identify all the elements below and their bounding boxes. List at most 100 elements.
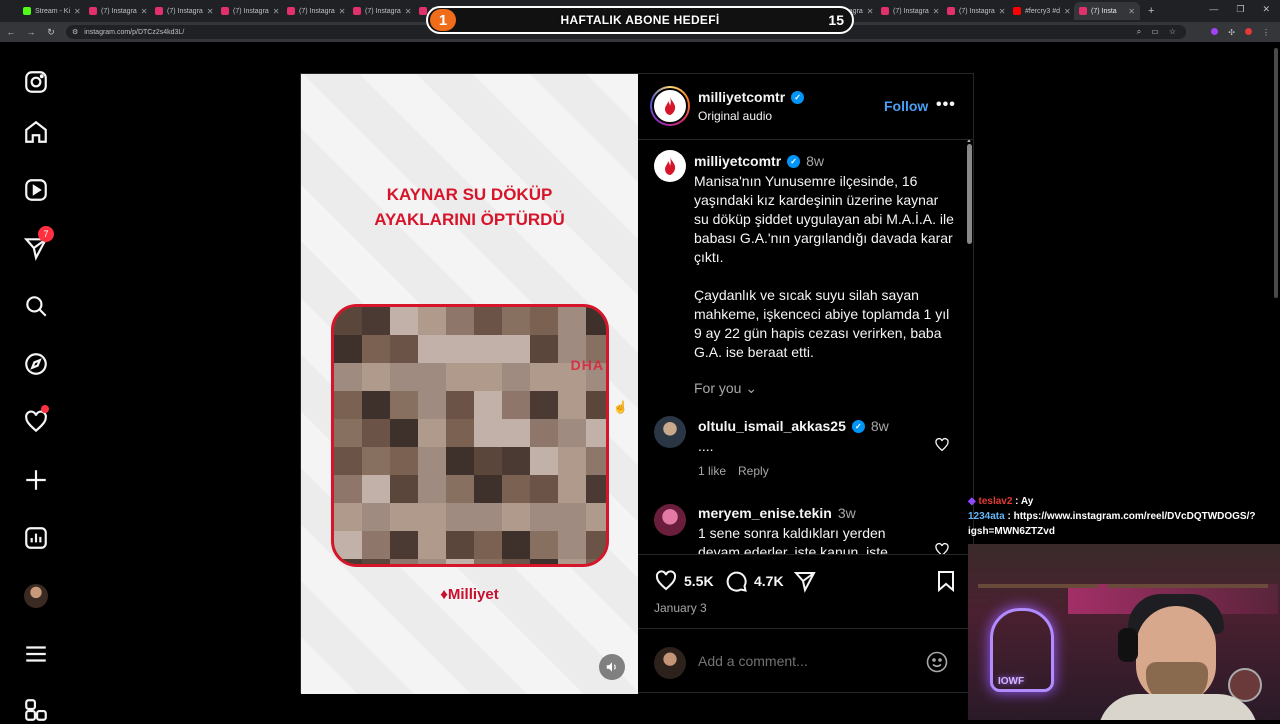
username-text[interactable]: milliyetcomtr	[698, 89, 785, 105]
dashboard-icon[interactable]	[22, 524, 50, 552]
comment-timestamp: 3w	[837, 505, 856, 521]
reels-icon[interactable]	[22, 176, 50, 204]
explore-icon[interactable]	[22, 350, 50, 378]
like-count[interactable]: 5.5K	[684, 573, 714, 589]
censor-pixel	[502, 335, 530, 363]
reload-icon[interactable]: ↻	[46, 27, 56, 38]
browser-tab[interactable]: (7) Instagra ✕	[216, 2, 282, 20]
post-date[interactable]: January 3	[654, 601, 707, 615]
censor-pixel	[530, 447, 558, 475]
profile-avatar[interactable]	[22, 582, 50, 610]
close-tab-icon[interactable]: ✕	[141, 7, 148, 16]
caption-timestamp[interactable]: 8w	[806, 153, 824, 169]
emoji-icon[interactable]	[925, 650, 949, 674]
post-caption: Manisa'nın Yunusemre ilçesinde, 16 yaşın…	[694, 173, 954, 360]
comments-scrollbar[interactable]	[967, 144, 972, 244]
create-plus-icon[interactable]	[22, 466, 50, 494]
forward-icon[interactable]: →	[26, 27, 36, 37]
audio-toggle-button[interactable]	[599, 654, 625, 680]
site-info-icon[interactable]: ⚙	[72, 28, 78, 36]
extensions-puzzle-icon[interactable]: ✣	[1228, 28, 1235, 37]
username-text[interactable]: meryem_enise.tekin	[698, 505, 832, 521]
page-scrollbar[interactable]	[1274, 48, 1278, 298]
like-comment-heart-icon[interactable]	[934, 437, 950, 453]
zoom-icon[interactable]: ⌕	[1137, 27, 1141, 37]
close-tab-icon[interactable]: ✕	[74, 7, 81, 16]
close-tab-icon[interactable]: ✕	[867, 7, 874, 16]
messages-icon[interactable]: 7	[22, 226, 54, 262]
browser-tab[interactable]: (7) Insta ✕	[1074, 2, 1140, 20]
bookmark-star-icon[interactable]: ☆	[1169, 27, 1176, 37]
browser-tab[interactable]: #fercry3 #d ✕	[1008, 2, 1074, 20]
browser-tab[interactable]: (7) Instagra ✕	[876, 2, 942, 20]
new-tab-icon[interactable]: +	[1148, 5, 1154, 17]
back-icon[interactable]: ←	[6, 27, 16, 37]
censor-pixel	[446, 531, 474, 559]
minimize-icon[interactable]: —	[1209, 4, 1218, 15]
browser-menu-icon[interactable]: ⋮	[1262, 28, 1270, 37]
instagram-favicon-icon	[947, 7, 955, 15]
username-text[interactable]: oltulu_ismail_akkas25	[698, 418, 846, 434]
comments-list[interactable]: ▲ milliyetcomtr ✓ 8w Manisa'nın Yunusemr…	[638, 140, 974, 554]
censor-pixel	[502, 531, 530, 559]
instagram-logo-icon[interactable]	[22, 68, 50, 96]
close-tab-icon[interactable]: ✕	[405, 7, 412, 16]
follow-button[interactable]: Follow	[884, 98, 928, 114]
like-button[interactable]: 5.5K	[654, 569, 714, 593]
post-info-panel: milliyetcomtr ✓ Original audio Follow ••…	[638, 74, 974, 694]
tab-label: Stream - Ki	[35, 7, 71, 15]
reply-button[interactable]: Reply	[738, 464, 769, 478]
username-text[interactable]: milliyetcomtr	[694, 153, 781, 169]
censor-pixel	[418, 559, 446, 564]
censor-pixel	[446, 447, 474, 475]
browser-tab[interactable]: (7) Instagra ✕	[282, 2, 348, 20]
for-you-dropdown[interactable]: For you ⌄	[694, 380, 757, 397]
cast-icon[interactable]: ▭	[1151, 27, 1159, 37]
browser-tab[interactable]: (7) Instagra ✕	[150, 2, 216, 20]
browser-tab[interactable]: (7) Instagra ✕	[348, 2, 414, 20]
close-tab-icon[interactable]: ✕	[933, 7, 940, 16]
close-tab-icon[interactable]: ✕	[339, 7, 346, 16]
comment-likes[interactable]: 1 like	[698, 464, 726, 478]
comment-input[interactable]	[698, 653, 918, 669]
browser-tab[interactable]: (7) Instagra ✕	[84, 2, 150, 20]
save-button[interactable]	[934, 569, 958, 593]
extension-icon[interactable]	[1211, 27, 1219, 35]
censor-pixel	[418, 475, 446, 503]
censor-pixel	[586, 503, 606, 531]
censor-pixel	[390, 391, 418, 419]
comment-author: oltulu_ismail_akkas25 ✓ 8w	[698, 418, 889, 434]
close-tab-icon[interactable]: ✕	[999, 7, 1006, 16]
search-icon[interactable]	[22, 292, 50, 320]
author-username[interactable]: milliyetcomtr ✓	[698, 89, 805, 105]
browser-tab[interactable]: (7) Instagra ✕	[942, 2, 1008, 20]
notifications-heart-icon[interactable]	[22, 405, 50, 436]
share-button[interactable]	[793, 569, 817, 593]
goal-target: 15	[828, 12, 844, 28]
censor-pixel	[362, 447, 390, 475]
comment-button[interactable]: 4.7K	[724, 569, 784, 593]
like-comment-heart-icon[interactable]	[934, 542, 950, 554]
caption-avatar[interactable]	[654, 150, 686, 182]
browser-tab[interactable]: Stream - Ki ✕	[18, 2, 84, 20]
omnibox-icons: ⌕ ▭ ☆	[1137, 27, 1176, 37]
censor-pixel	[334, 447, 362, 475]
commenter-avatar[interactable]	[654, 416, 686, 448]
more-menu-icon[interactable]	[22, 640, 50, 668]
author-avatar[interactable]	[650, 86, 690, 126]
close-tab-icon[interactable]: ✕	[207, 7, 214, 16]
url-text: instagram.com/p/DTCz2s4kd3L/	[84, 28, 185, 36]
commenter-avatar[interactable]	[654, 504, 686, 536]
close-tab-icon[interactable]: ✕	[1128, 7, 1135, 16]
close-window-icon[interactable]: ✕	[1262, 4, 1270, 15]
audio-label[interactable]: Original audio	[698, 109, 772, 123]
post-media[interactable]: KAYNAR SU DÖKÜP AYAKLARINI ÖPTÜRDÜ DHA ♦…	[301, 74, 638, 694]
tab-label: (7) Instagra	[365, 7, 401, 15]
home-icon[interactable]	[22, 118, 50, 146]
close-tab-icon[interactable]: ✕	[273, 7, 280, 16]
maximize-icon[interactable]: ❐	[1236, 4, 1244, 15]
extension-icon[interactable]	[1245, 27, 1252, 35]
more-options-button[interactable]: •••	[936, 96, 956, 114]
censor-pixel	[502, 447, 530, 475]
close-tab-icon[interactable]: ✕	[1064, 7, 1071, 16]
